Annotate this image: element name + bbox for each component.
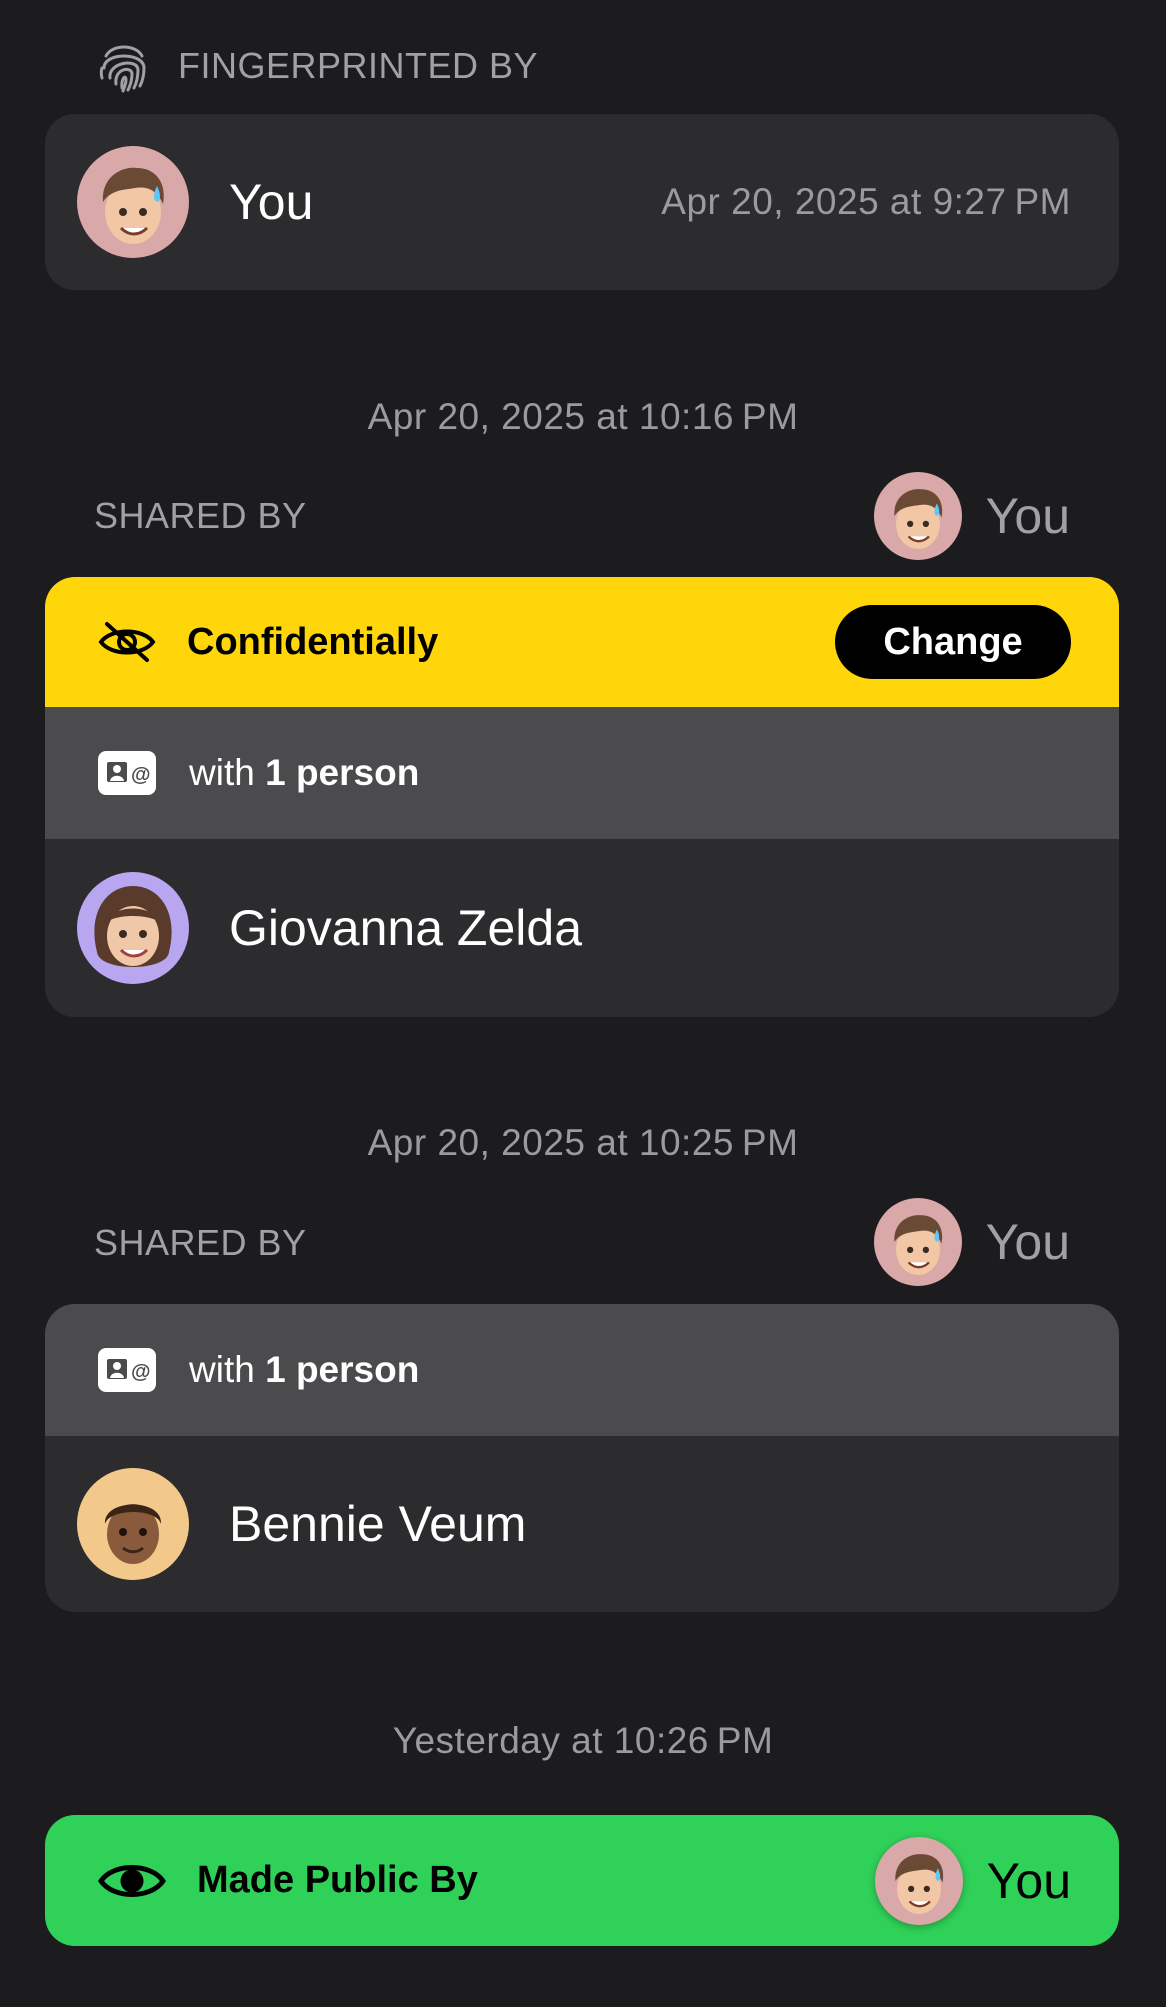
recipient-name: Giovanna Zelda bbox=[229, 900, 583, 956]
public-timestamp: Yesterday at 10:26 PM bbox=[392, 1720, 774, 1761]
share1-timestamp: Apr 20, 2025 at 10:16 PM bbox=[367, 396, 799, 437]
recipient-row[interactable]: Giovanna Zelda bbox=[45, 839, 1119, 1017]
made-public-band: Made Public By You bbox=[45, 1815, 1119, 1946]
with-count: 1 person bbox=[265, 752, 420, 793]
contact-card-icon: @ bbox=[98, 1348, 156, 1392]
share2-shared-by-label: SHARED BY bbox=[94, 1222, 307, 1263]
avatar-bennie bbox=[77, 1468, 189, 1580]
avatar-giovanna bbox=[77, 872, 189, 984]
memoji-avatar bbox=[893, 1215, 942, 1275]
svg-text:@: @ bbox=[131, 1361, 151, 1383]
share2-with-text: with 1 person bbox=[189, 1349, 419, 1391]
with-prefix: with bbox=[189, 752, 255, 793]
made-public-label: Made Public By bbox=[197, 1859, 478, 1901]
share1-with-text: with 1 person bbox=[189, 752, 419, 794]
confidential-band: Confidentially Change bbox=[45, 577, 1119, 707]
share1-shared-by-label: SHARED BY bbox=[94, 495, 307, 536]
change-button[interactable]: Change bbox=[835, 605, 1071, 679]
contact-card-icon: @ bbox=[98, 751, 156, 795]
avatar-you bbox=[873, 472, 962, 560]
memoji-avatar bbox=[104, 1504, 162, 1564]
memoji-avatar bbox=[894, 1853, 943, 1914]
fingerprint-card: You Apr 20, 2025 at 9:27 PM bbox=[45, 114, 1119, 290]
avatar-you bbox=[874, 1836, 963, 1925]
avatar-you bbox=[77, 146, 189, 258]
with-count: 1 person bbox=[265, 1349, 420, 1390]
fingerprint-timestamp: Apr 20, 2025 at 9:27 PM bbox=[661, 181, 1071, 222]
with-prefix: with bbox=[189, 1349, 255, 1390]
made-public-by: You bbox=[874, 1836, 1071, 1925]
share1-card: Confidentially Change @ with 1 person Gi… bbox=[45, 577, 1119, 1017]
memoji-avatar bbox=[94, 886, 172, 967]
memoji-avatar bbox=[102, 167, 164, 244]
fingerprinted-label: FINGERPRINTED BY bbox=[178, 45, 539, 86]
confidential-label: Confidentially bbox=[187, 620, 439, 663]
share1-shared-by-name: You bbox=[985, 488, 1070, 544]
eye-slash-icon bbox=[98, 622, 156, 662]
share1-recipients-band: @ with 1 person bbox=[45, 707, 1119, 839]
share2-shared-by: You bbox=[873, 1198, 1070, 1286]
share2-card: @ with 1 person Bennie Veum bbox=[45, 1304, 1119, 1612]
fingerprinted-header: FINGERPRINTED BY bbox=[96, 36, 538, 96]
fingerprinted-user-name: You bbox=[229, 174, 314, 230]
share2-recipients-band: @ with 1 person bbox=[45, 1304, 1119, 1436]
recipient-row[interactable]: Bennie Veum bbox=[45, 1436, 1119, 1612]
svg-text:@: @ bbox=[131, 764, 151, 786]
share1-shared-by: You bbox=[873, 472, 1070, 560]
recipient-name: Bennie Veum bbox=[229, 1496, 527, 1552]
share2-shared-by-name: You bbox=[985, 1214, 1070, 1270]
eye-icon bbox=[97, 1864, 167, 1897]
made-public-name: You bbox=[986, 1852, 1071, 1909]
share2-timestamp: Apr 20, 2025 at 10:25 PM bbox=[367, 1122, 799, 1163]
fingerprint-icon bbox=[99, 45, 146, 93]
avatar-you bbox=[873, 1198, 962, 1286]
memoji-avatar bbox=[893, 489, 942, 549]
